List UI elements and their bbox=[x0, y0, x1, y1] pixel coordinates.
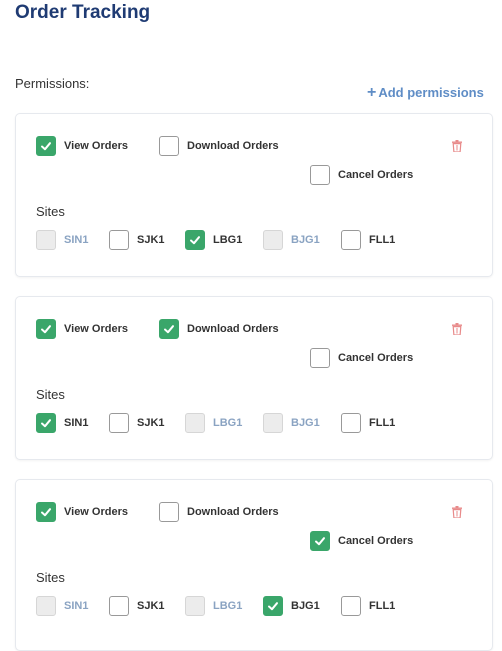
checkbox-box[interactable] bbox=[310, 165, 330, 185]
check-icon bbox=[41, 508, 51, 517]
site-checkbox-sin1: SIN1 bbox=[36, 596, 88, 616]
checkbox-box bbox=[36, 596, 56, 616]
option-label: Cancel Orders bbox=[338, 535, 414, 547]
site-checkbox-bjg1[interactable]: BJG1 bbox=[263, 596, 320, 616]
view-orders-checkbox[interactable]: View Orders bbox=[36, 319, 128, 339]
checkbox-box[interactable] bbox=[36, 319, 56, 339]
permission-card: View Orders Download Orders Cancel Order… bbox=[15, 296, 493, 460]
site-label: LBG1 bbox=[213, 234, 243, 246]
site-checkbox-fll1[interactable]: FLL1 bbox=[341, 230, 395, 250]
option-label: Cancel Orders bbox=[338, 169, 414, 181]
checkbox-box bbox=[263, 230, 283, 250]
checkbox-box[interactable] bbox=[159, 319, 179, 339]
checkbox-box[interactable] bbox=[310, 348, 330, 368]
site-label: LBG1 bbox=[213, 600, 243, 612]
site-checkbox-sjk1[interactable]: SJK1 bbox=[109, 230, 165, 250]
option-label: Download Orders bbox=[187, 140, 279, 152]
checkbox-box[interactable] bbox=[109, 230, 129, 250]
permissions-label: Permissions: bbox=[15, 76, 90, 91]
site-label: SJK1 bbox=[137, 600, 165, 612]
checkbox-box bbox=[185, 413, 205, 433]
view-orders-checkbox[interactable]: View Orders bbox=[36, 502, 128, 522]
download-orders-checkbox[interactable]: Download Orders bbox=[159, 319, 279, 339]
checkbox-box[interactable] bbox=[109, 596, 129, 616]
site-label: BJG1 bbox=[291, 234, 320, 246]
option-label: View Orders bbox=[64, 323, 128, 335]
site-checkbox-sin1: SIN1 bbox=[36, 230, 88, 250]
sites-label: Sites bbox=[36, 204, 65, 219]
cancel-orders-checkbox[interactable]: Cancel Orders bbox=[310, 348, 413, 368]
checkbox-box[interactable] bbox=[263, 596, 283, 616]
site-checkbox-fll1[interactable]: FLL1 bbox=[341, 596, 395, 616]
checkbox-box[interactable] bbox=[36, 413, 56, 433]
page-title: Order Tracking bbox=[15, 2, 151, 23]
checkbox-box[interactable] bbox=[159, 136, 179, 156]
checkbox-box[interactable] bbox=[341, 230, 361, 250]
site-label: FLL1 bbox=[369, 417, 396, 429]
trash-icon[interactable] bbox=[452, 140, 462, 152]
checkbox-box[interactable] bbox=[109, 413, 129, 433]
checkbox-box[interactable] bbox=[36, 502, 56, 522]
sites-label: Sites bbox=[36, 570, 65, 585]
site-label: LBG1 bbox=[213, 417, 243, 429]
trash-icon[interactable] bbox=[452, 506, 462, 518]
site-checkbox-bjg1: BJG1 bbox=[263, 230, 320, 250]
permission-card: View Orders Download Orders Cancel Order… bbox=[15, 479, 493, 651]
site-label: FLL1 bbox=[369, 234, 396, 246]
add-permissions-button[interactable]: + Add permissions bbox=[367, 84, 484, 102]
add-permissions-label: Add permissions bbox=[378, 85, 484, 100]
download-orders-checkbox[interactable]: Download Orders bbox=[159, 502, 279, 522]
option-label: View Orders bbox=[64, 506, 128, 518]
plus-icon: + bbox=[367, 84, 377, 101]
cancel-orders-checkbox[interactable]: Cancel Orders bbox=[310, 165, 413, 185]
site-label: BJG1 bbox=[291, 417, 320, 429]
check-icon bbox=[315, 537, 325, 546]
permission-card: View Orders Download Orders Cancel Order… bbox=[15, 113, 493, 277]
site-checkbox-sin1[interactable]: SIN1 bbox=[36, 413, 88, 433]
site-label: SIN1 bbox=[64, 234, 89, 246]
view-orders-checkbox[interactable]: View Orders bbox=[36, 136, 128, 156]
option-label: Download Orders bbox=[187, 506, 279, 518]
checkbox-box[interactable] bbox=[310, 531, 330, 551]
site-checkbox-sjk1[interactable]: SJK1 bbox=[109, 596, 165, 616]
site-label: SIN1 bbox=[64, 600, 89, 612]
site-label: SJK1 bbox=[137, 417, 165, 429]
site-checkbox-sjk1[interactable]: SJK1 bbox=[109, 413, 165, 433]
site-label: SJK1 bbox=[137, 234, 165, 246]
check-icon bbox=[190, 236, 200, 245]
download-orders-checkbox[interactable]: Download Orders bbox=[159, 136, 279, 156]
checkbox-box bbox=[185, 596, 205, 616]
checkbox-box[interactable] bbox=[159, 502, 179, 522]
check-icon bbox=[41, 142, 51, 151]
option-label: View Orders bbox=[64, 140, 128, 152]
sites-label: Sites bbox=[36, 387, 65, 402]
trash-icon[interactable] bbox=[452, 323, 462, 335]
site-checkbox-lbg1: LBG1 bbox=[185, 413, 242, 433]
site-label: FLL1 bbox=[369, 600, 396, 612]
site-checkbox-lbg1: LBG1 bbox=[185, 596, 242, 616]
check-icon bbox=[41, 325, 51, 334]
checkbox-box[interactable] bbox=[341, 596, 361, 616]
site-checkbox-bjg1: BJG1 bbox=[263, 413, 320, 433]
check-icon bbox=[268, 602, 278, 611]
site-label: SIN1 bbox=[64, 417, 89, 429]
checkbox-box bbox=[36, 230, 56, 250]
checkbox-box[interactable] bbox=[341, 413, 361, 433]
option-label: Download Orders bbox=[187, 323, 279, 335]
site-checkbox-lbg1[interactable]: LBG1 bbox=[185, 230, 242, 250]
cancel-orders-checkbox[interactable]: Cancel Orders bbox=[310, 531, 413, 551]
check-icon bbox=[164, 325, 174, 334]
check-icon bbox=[41, 419, 51, 428]
checkbox-box bbox=[263, 413, 283, 433]
checkbox-box[interactable] bbox=[36, 136, 56, 156]
site-checkbox-fll1[interactable]: FLL1 bbox=[341, 413, 395, 433]
option-label: Cancel Orders bbox=[338, 352, 414, 364]
checkbox-box[interactable] bbox=[185, 230, 205, 250]
site-label: BJG1 bbox=[291, 600, 320, 612]
